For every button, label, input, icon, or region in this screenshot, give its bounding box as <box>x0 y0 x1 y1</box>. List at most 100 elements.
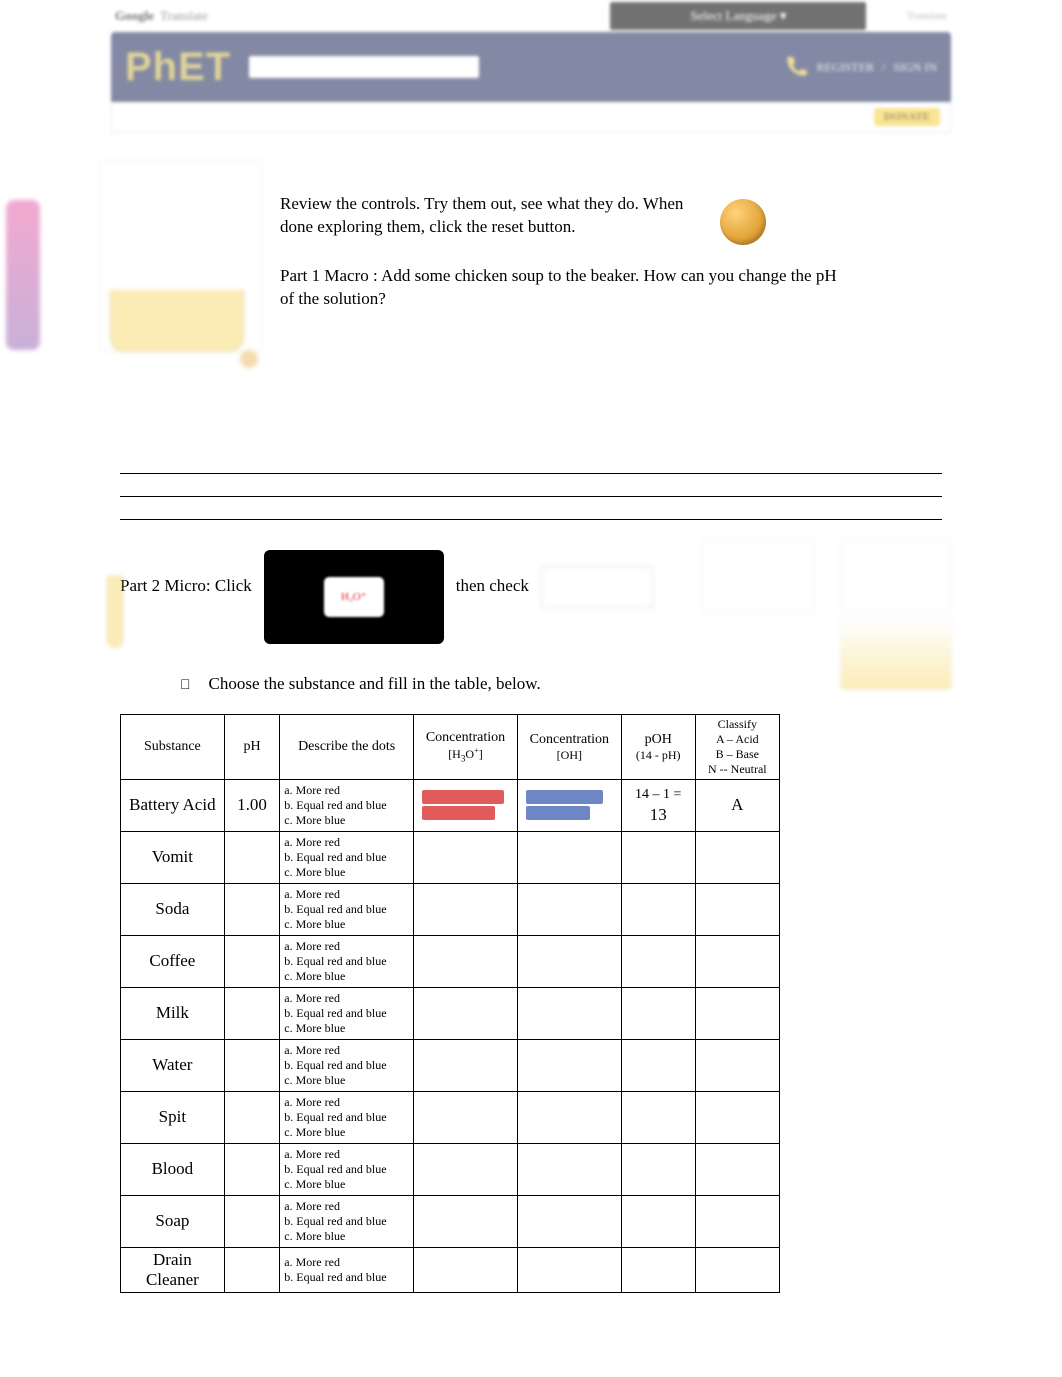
table-row: Blooda. More redb. Equal red and bluec. … <box>121 1143 780 1195</box>
cell-h3o <box>414 1247 518 1292</box>
table-row: Vomit a. More redb. Equal red and bluec. … <box>121 831 780 883</box>
phet-logo: PhET <box>125 45 231 90</box>
cell-dots: a. More redb. Equal red and bluec. More … <box>280 935 414 987</box>
cell-classify <box>695 935 779 987</box>
cell-ph <box>224 1195 280 1247</box>
cell-classify <box>695 1143 779 1195</box>
cell-poh <box>621 1195 695 1247</box>
cell-h3o <box>414 987 518 1039</box>
cell-h3o <box>414 935 518 987</box>
cell-h3o <box>414 1143 518 1195</box>
cell-oh <box>517 831 621 883</box>
cell-ph <box>224 1143 280 1195</box>
th-classify: Classify A – Acid B – Base N -- Neutral <box>695 714 779 779</box>
table-row: Milk a. More redb. Equal red and bluec. M… <box>121 987 780 1039</box>
handset-icon <box>783 54 809 80</box>
cell-dots: a. More redb. Equal red and bluec. More … <box>280 987 414 1039</box>
cell-oh <box>517 779 621 831</box>
phet-search-input <box>249 56 479 78</box>
donate-button: DONATE <box>874 108 940 126</box>
cell-h3o <box>414 883 518 935</box>
signin-link: SIGN IN <box>893 60 937 75</box>
intro-text: Review the controls. Try them out, see w… <box>120 193 700 239</box>
cell-oh <box>517 935 621 987</box>
checkbox-graphic <box>541 566 653 608</box>
google-label: Google <box>115 8 160 24</box>
cell-h3o <box>414 1039 518 1091</box>
cell-oh <box>517 1091 621 1143</box>
cell-oh <box>517 883 621 935</box>
cell-substance: Coffee <box>121 935 225 987</box>
th-substance: Substance <box>121 714 225 779</box>
cell-ph <box>224 1039 280 1091</box>
cell-dots: a. More redb. Equal red and bluec. More … <box>280 831 414 883</box>
cell-dots: a. More redb. Equal red and bluec. More … <box>280 779 414 831</box>
cell-classify <box>695 1091 779 1143</box>
cell-poh <box>621 1143 695 1195</box>
cell-ph: 1.00 <box>224 779 280 831</box>
cell-oh <box>517 1039 621 1091</box>
translate-tag: Translate <box>906 10 947 22</box>
cell-poh <box>621 935 695 987</box>
th-oh: Concentration [OH] <box>517 714 621 779</box>
cell-dots: a. More redb. Equal red and bluec. More … <box>280 883 414 935</box>
cell-dots: a. More redb. Equal red and blue <box>280 1247 414 1292</box>
cell-ph <box>224 883 280 935</box>
table-row: Watera. More redb. Equal red and bluec. … <box>121 1039 780 1091</box>
cell-poh <box>621 883 695 935</box>
th-ph: pH <box>224 714 280 779</box>
cell-classify <box>695 1039 779 1091</box>
cell-classify <box>695 1247 779 1292</box>
cell-oh <box>517 1143 621 1195</box>
part1-text: Part 1 Macro : Add some chicken soup to … <box>280 265 840 311</box>
answer-blank-lines <box>120 451 942 520</box>
cell-poh <box>621 1091 695 1143</box>
cell-poh <box>621 831 695 883</box>
cell-classify: A <box>695 779 779 831</box>
cell-h3o <box>414 831 518 883</box>
cell-substance: Soap <box>121 1195 225 1247</box>
cell-poh <box>621 987 695 1039</box>
cell-substance: Milk <box>121 987 225 1039</box>
cell-ph <box>224 987 280 1039</box>
cell-ph <box>224 1247 280 1292</box>
cell-dots: a. More redb. Equal red and bluec. More … <box>280 1039 414 1091</box>
table-row: Sodaa. More redb. Equal red and bluec. M… <box>121 883 780 935</box>
part2-then-check: then check <box>456 550 529 596</box>
cell-classify <box>695 1195 779 1247</box>
cell-ph <box>224 1091 280 1143</box>
cell-classify <box>695 883 779 935</box>
th-poh: pOH (14 - pH) <box>621 714 695 779</box>
table-row: Battery Acid1.00a. More redb. Equal red … <box>121 779 780 831</box>
cell-substance: Drain Cleaner <box>121 1247 225 1292</box>
cell-substance: Battery Acid <box>121 779 225 831</box>
cell-dots: a. More redb. Equal red and bluec. More … <box>280 1091 414 1143</box>
reset-button-graphic <box>720 199 766 245</box>
th-dots: Describe the dots <box>280 714 414 779</box>
cell-oh <box>517 1195 621 1247</box>
cell-poh <box>621 1247 695 1292</box>
cell-dots: a. More redb. Equal red and bluec. More … <box>280 1143 414 1195</box>
side-sim-thumbnails <box>702 540 952 690</box>
cell-substance: Vomit <box>121 831 225 883</box>
bullet-text: Choose the substance and fill in the tab… <box>209 674 541 694</box>
th-h3o: Concentration [H3O+] <box>414 714 518 779</box>
cell-dots: a. More redb. Equal red and bluec. More … <box>280 1195 414 1247</box>
cell-oh <box>517 987 621 1039</box>
micro-button-inner: H₃O⁺ <box>324 577 384 617</box>
cell-classify <box>695 831 779 883</box>
cell-h3o <box>414 779 518 831</box>
cell-poh: 14 – 1 =13 <box>621 779 695 831</box>
cell-poh <box>621 1039 695 1091</box>
ph-table: Substance pH Describe the dots Concentra… <box>120 714 780 1293</box>
cell-h3o <box>414 1195 518 1247</box>
phet-header: Google Translate Select Language ▾ Trans… <box>111 0 951 133</box>
cell-classify <box>695 987 779 1039</box>
register-link: REGISTER <box>817 60 874 75</box>
part2-lead: Part 2 Micro: Click <box>120 550 252 596</box>
cell-substance: Spit <box>121 1091 225 1143</box>
list-bullet-icon:  <box>180 676 191 692</box>
table-row: Coffee a. More redb. Equal red and bluec.… <box>121 935 780 987</box>
micro-button-graphic: H₃O⁺ <box>264 550 444 644</box>
cell-h3o <box>414 1091 518 1143</box>
